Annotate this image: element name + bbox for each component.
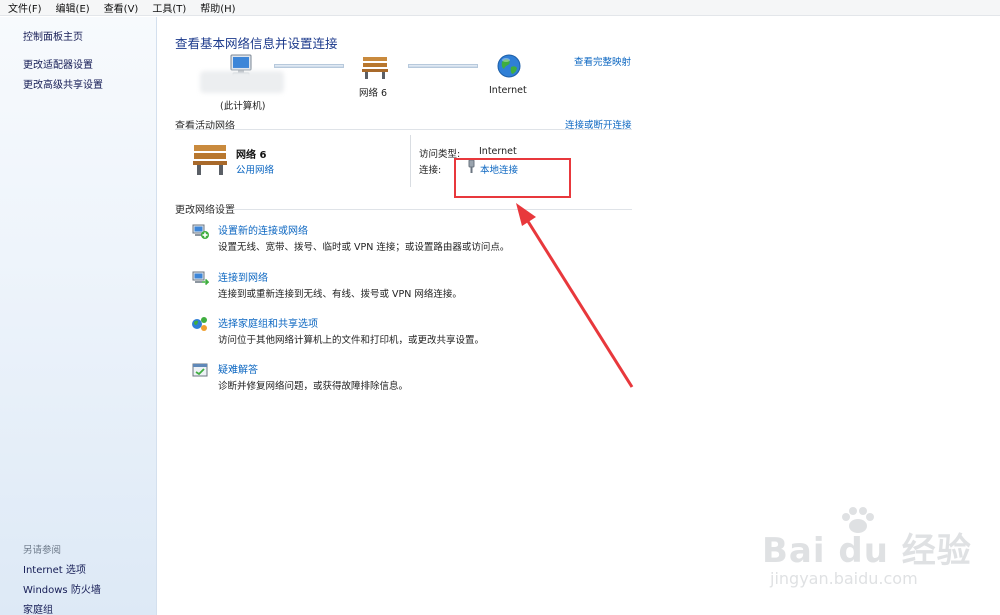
sidebar-link-homegroup[interactable]: 家庭组: [23, 601, 53, 615]
see-also-title: 另请参阅: [23, 545, 62, 556]
sidebar-link-adapter-settings[interactable]: 更改适配器设置: [23, 56, 93, 71]
sidebar-link-control-panel-home[interactable]: 控制面板主页: [23, 28, 83, 43]
menu-bar: 文件(F) 编辑(E) 查看(V) 工具(T) 帮助(H): [0, 0, 1000, 16]
menu-file[interactable]: 文件(F): [0, 0, 48, 15]
watermark-brand: Bai du 经验: [762, 531, 972, 571]
sidebar-link-windows-firewall[interactable]: Windows 防火墙: [23, 581, 101, 596]
main-content: 查看基本网络信息并设置连接 查看完整映射 (此计算机) 网络 6 Interne…: [158, 17, 1000, 615]
menu-edit[interactable]: 编辑(E): [48, 0, 96, 15]
menu-help[interactable]: 帮助(H): [192, 0, 241, 15]
sidebar: 控制面板主页 更改适配器设置 更改高级共享设置 另请参阅 Internet 选项…: [0, 17, 157, 615]
sidebar-link-internet-options[interactable]: Internet 选项: [23, 561, 86, 576]
baidu-watermark: Bai du 经验 jingyan.baidu.com: [762, 505, 992, 605]
menu-view[interactable]: 查看(V): [96, 0, 145, 15]
watermark-url: jingyan.baidu.com: [770, 569, 918, 588]
sidebar-link-advanced-sharing[interactable]: 更改高级共享设置: [23, 76, 103, 91]
menu-tools[interactable]: 工具(T): [144, 0, 192, 15]
